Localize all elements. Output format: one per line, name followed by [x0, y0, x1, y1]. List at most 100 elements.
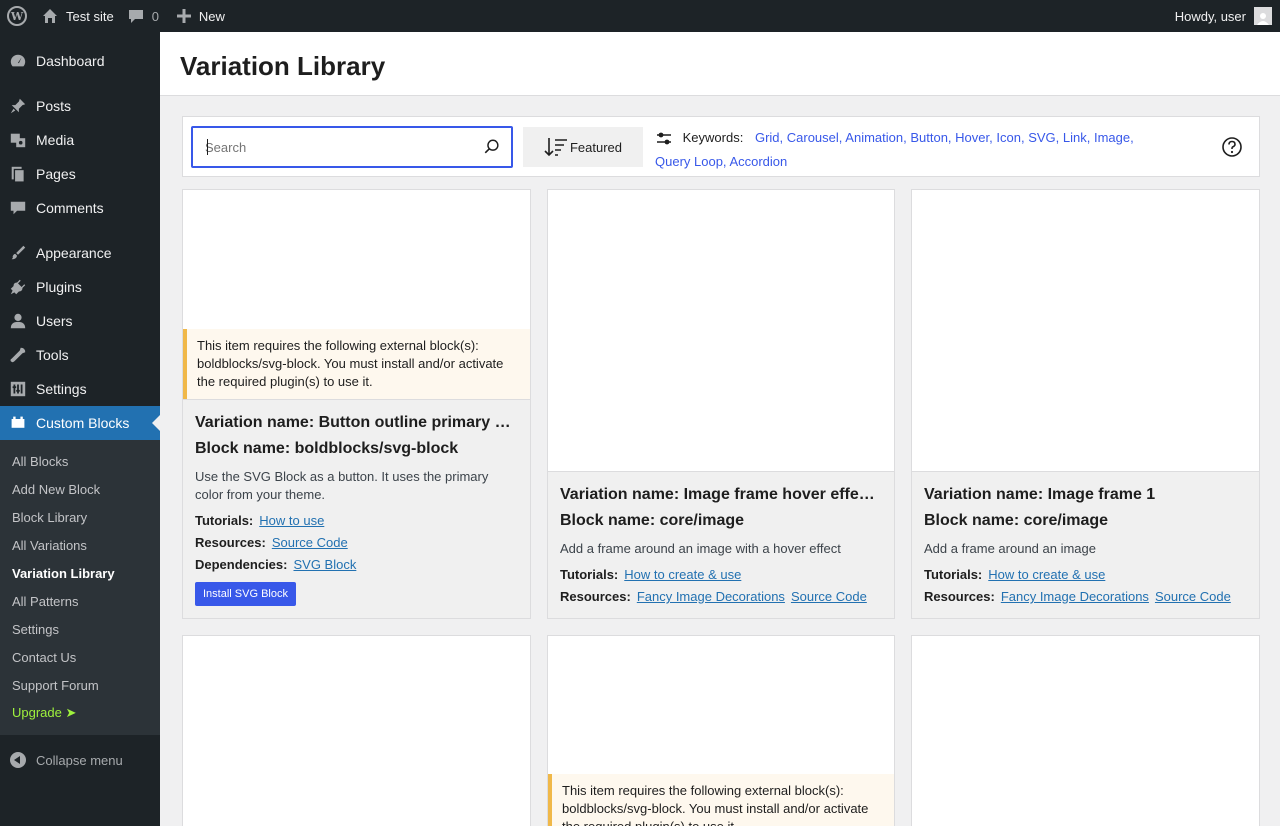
comments-link[interactable]: 0	[122, 0, 169, 32]
submenu-add-new-block[interactable]: Add New Block	[0, 475, 160, 503]
menu-item-tools[interactable]: Tools	[0, 338, 160, 372]
custom-blocks-submenu: All Blocks Add New Block Block Library A…	[0, 440, 160, 735]
tutorials-row: Tutorials: How to create & use	[560, 567, 742, 582]
greeting: Howdy, user	[1174, 8, 1246, 24]
card-preview[interactable]	[912, 636, 1259, 826]
filter-settings-icon[interactable]	[655, 131, 673, 147]
menu-item-comments[interactable]: Comments	[0, 191, 160, 225]
menu-item-appearance[interactable]: Appearance	[0, 236, 160, 270]
card-description: Add a frame around an image with a hover…	[560, 541, 841, 556]
submenu-upgrade[interactable]: Upgrade ➤	[0, 699, 160, 727]
submenu-contact-us[interactable]: Contact Us	[0, 643, 160, 671]
keyword-link[interactable]: SVG,	[1028, 130, 1059, 145]
external-block-notice: This item requires the following externa…	[548, 774, 894, 826]
variation-card	[911, 635, 1260, 826]
card-preview[interactable]	[912, 190, 1259, 472]
dependency-link[interactable]: SVG Block	[293, 557, 356, 572]
menu-item-pages[interactable]: Pages	[0, 157, 160, 191]
collapse-menu-button[interactable]: Collapse menu	[0, 743, 160, 777]
filter-toolbar: Featured Keywords: Grid, Carousel, Anima…	[182, 116, 1260, 177]
tutorial-link[interactable]: How to create & use	[988, 567, 1105, 582]
page-header: Variation Library	[160, 32, 1280, 96]
menu-item-dashboard[interactable]: Dashboard	[0, 44, 160, 78]
menu-item-media[interactable]: Media	[0, 123, 160, 157]
user-icon	[0, 312, 36, 330]
install-block-button[interactable]: Install SVG Block	[195, 582, 296, 606]
brush-icon	[0, 244, 36, 262]
text-caret	[207, 139, 208, 155]
variation-name: Variation name: Image frame hover effe…	[560, 486, 875, 503]
site-name: Test site	[66, 8, 114, 24]
admin-sidebar: Dashboard Posts Media Pages Comments App…	[0, 32, 160, 826]
variation-card: This item requires the following externa…	[547, 635, 895, 826]
keyword-link[interactable]: Query Loop,	[655, 154, 727, 169]
resource-link[interactable]: Source Code	[1155, 589, 1231, 604]
keyword-link[interactable]: Accordion	[729, 154, 787, 169]
keywords-filter: Keywords: Grid, Carousel, Animation, But…	[655, 126, 1155, 174]
new-label: New	[198, 8, 225, 24]
current-menu-arrow	[152, 415, 160, 431]
submenu-settings[interactable]: Settings	[0, 615, 160, 643]
comment-icon	[0, 199, 36, 217]
keywords-label: Keywords:	[682, 130, 744, 145]
comments-count: 0	[151, 8, 159, 24]
menu-item-plugins[interactable]: Plugins	[0, 270, 160, 304]
variation-card	[182, 635, 531, 826]
keyword-link[interactable]: Icon,	[996, 130, 1024, 145]
submenu-all-patterns[interactable]: All Patterns	[0, 587, 160, 615]
search-icon[interactable]	[483, 138, 501, 156]
variation-card: This item requires the following externa…	[182, 189, 531, 619]
collapse-arrow-icon	[10, 752, 26, 768]
submenu-variation-library[interactable]: Variation Library	[0, 559, 160, 587]
dependencies-row: Dependencies: SVG Block	[195, 557, 357, 572]
keyword-link[interactable]: Grid,	[755, 130, 783, 145]
new-content-link[interactable]: New	[169, 0, 233, 32]
help-icon[interactable]	[1221, 136, 1243, 158]
submenu-all-variations[interactable]: All Variations	[0, 531, 160, 559]
search-box	[191, 126, 513, 168]
blocks-icon	[0, 415, 36, 431]
resource-link[interactable]: Source Code	[272, 535, 348, 550]
account-menu[interactable]: Howdy, user	[1175, 0, 1272, 32]
page-title: Variation Library	[180, 51, 386, 81]
keyword-link[interactable]: Carousel,	[787, 130, 843, 145]
sort-dropdown-button[interactable]: Featured	[523, 127, 643, 167]
plug-icon	[0, 278, 36, 296]
resources-row: Resources: Source Code	[195, 535, 348, 550]
home-icon	[43, 9, 57, 23]
menu-item-custom-blocks[interactable]: Custom Blocks	[0, 406, 160, 440]
avatar	[1254, 7, 1272, 25]
resource-link[interactable]: Fancy Image Decorations	[637, 589, 785, 604]
menu-item-users[interactable]: Users	[0, 304, 160, 338]
comment-bubble-icon	[128, 10, 143, 23]
card-preview[interactable]	[183, 636, 530, 826]
tutorial-link[interactable]: How to create & use	[624, 567, 741, 582]
resource-link[interactable]: Fancy Image Decorations	[1001, 589, 1149, 604]
keyword-link[interactable]: Animation,	[845, 130, 906, 145]
sort-descending-icon	[544, 138, 567, 157]
submenu-support-forum[interactable]: Support Forum	[0, 671, 160, 699]
variation-card: Variation name: Image frame hover effe… …	[547, 189, 895, 619]
block-name: Block name: boldblocks/svg-block	[195, 440, 459, 457]
keyword-link[interactable]: Link,	[1063, 130, 1090, 145]
resources-row: Resources: Fancy Image Decorations Source …	[560, 589, 867, 604]
block-name: Block name: core/image	[560, 512, 745, 529]
keyword-link[interactable]: Button,	[910, 130, 951, 145]
pages-icon	[0, 165, 36, 183]
submenu-all-blocks[interactable]: All Blocks	[0, 447, 160, 475]
pin-icon	[0, 97, 36, 115]
resource-link[interactable]: Source Code	[791, 589, 867, 604]
card-preview[interactable]	[548, 190, 894, 472]
keyword-link[interactable]: Image,	[1094, 130, 1134, 145]
site-name-link[interactable]: Test site	[34, 0, 122, 32]
menu-item-posts[interactable]: Posts	[0, 89, 160, 123]
keyword-link[interactable]: Hover,	[955, 130, 993, 145]
wordpress-logo-icon[interactable]: W	[0, 0, 34, 32]
variation-card: Variation name: Image frame 1 Block name…	[911, 189, 1260, 619]
tutorial-link[interactable]: How to use	[259, 513, 324, 528]
menu-item-settings[interactable]: Settings	[0, 372, 160, 406]
media-icon	[0, 131, 36, 149]
block-name: Block name: core/image	[924, 512, 1109, 529]
search-input[interactable]	[205, 129, 475, 165]
submenu-block-library[interactable]: Block Library	[0, 503, 160, 531]
